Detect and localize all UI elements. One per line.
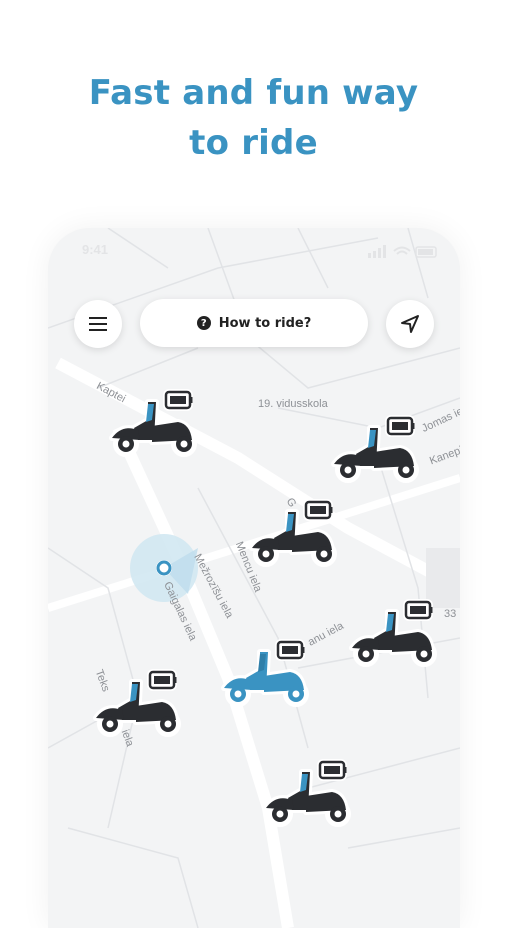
how-to-ride-label: How to ride? <box>218 315 312 331</box>
scooter-marker[interactable] <box>330 414 422 486</box>
how-to-ride-button[interactable]: ? How to ride? <box>140 299 368 347</box>
street-label: 19. vidusskola <box>258 398 328 410</box>
street-label: 33 <box>444 608 457 620</box>
headline-line-2: to ride <box>189 123 318 163</box>
headline: Fast and fun way to ride <box>0 68 507 168</box>
scooter-icon <box>221 639 309 707</box>
scooter-icon <box>349 599 437 667</box>
scooter-marker[interactable] <box>248 498 340 570</box>
scooter-icon <box>249 499 337 567</box>
headline-line-1: Fast and fun way <box>88 73 419 113</box>
menu-button[interactable] <box>74 300 122 348</box>
locate-me-button[interactable] <box>386 300 434 348</box>
hamburger-menu-icon <box>89 317 107 331</box>
scooter-marker[interactable] <box>348 598 440 670</box>
scooter-marker[interactable] <box>262 758 354 830</box>
question-circle-icon: ? <box>196 316 211 330</box>
signal-wifi-battery-icon <box>368 245 437 258</box>
scooter-marker[interactable] <box>92 668 184 740</box>
phone-mockup: 9:41 ? How to ride? Kaptei 19. vidusskol… <box>48 228 460 928</box>
scooter-icon <box>331 415 419 483</box>
scooter-icon <box>93 669 181 737</box>
status-time: 9:41 <box>82 242 109 257</box>
navigation-arrow-icon <box>401 315 419 333</box>
scooter-marker-selected[interactable] <box>220 638 312 710</box>
scooter-icon <box>109 389 197 457</box>
scooter-marker[interactable] <box>108 388 200 460</box>
status-icons <box>368 244 438 263</box>
scooter-icon <box>263 759 351 827</box>
